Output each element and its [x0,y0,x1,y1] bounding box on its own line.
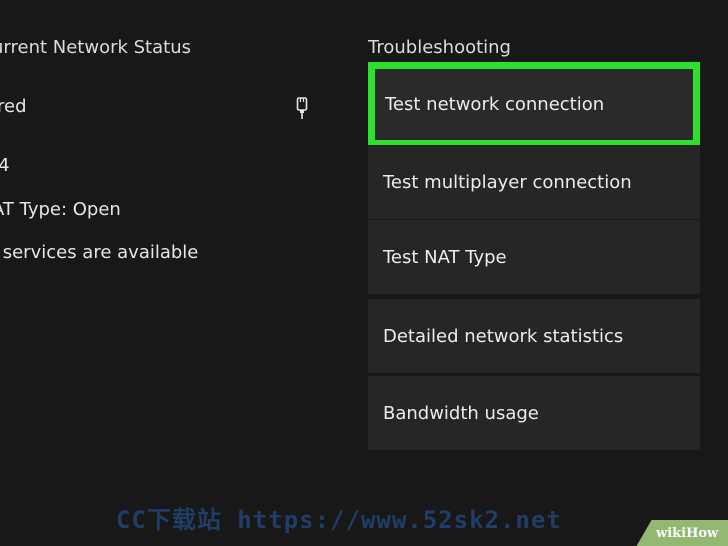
connection-type-text: ired [0,96,27,117]
nat-type-text: AT Type: Open [0,199,121,220]
detailed-network-statistics-button[interactable]: Detailed network statistics [368,299,700,373]
tile-label: Test multiplayer connection [383,171,632,193]
ethernet-icon [296,97,308,119]
wikihow-logo: wikiHow [656,526,718,541]
wikihow-logo-wiki: wiki [656,526,687,541]
wikihow-logo-how: How [686,526,719,541]
troubleshooting-heading: Troubleshooting [368,37,511,58]
tile-label: Test network connection [385,94,605,115]
test-nat-type-button[interactable]: Test NAT Type [368,220,700,294]
tile-label: Test NAT Type [383,246,507,268]
services-status-text: l services are available [0,242,199,263]
bandwidth-usage-button[interactable]: Bandwidth usage [368,376,700,450]
site-watermark: CC下载站 https://www.52sk2.net [116,506,562,534]
ip-version-text: /4 [0,155,10,176]
test-multiplayer-connection-button[interactable]: Test multiplayer connection [368,145,700,219]
tile-label: Detailed network statistics [383,325,624,347]
test-network-connection-button[interactable]: Test network connection [368,62,700,147]
network-status-heading: urrent Network Status [0,37,191,58]
tile-label: Bandwidth usage [383,402,539,424]
